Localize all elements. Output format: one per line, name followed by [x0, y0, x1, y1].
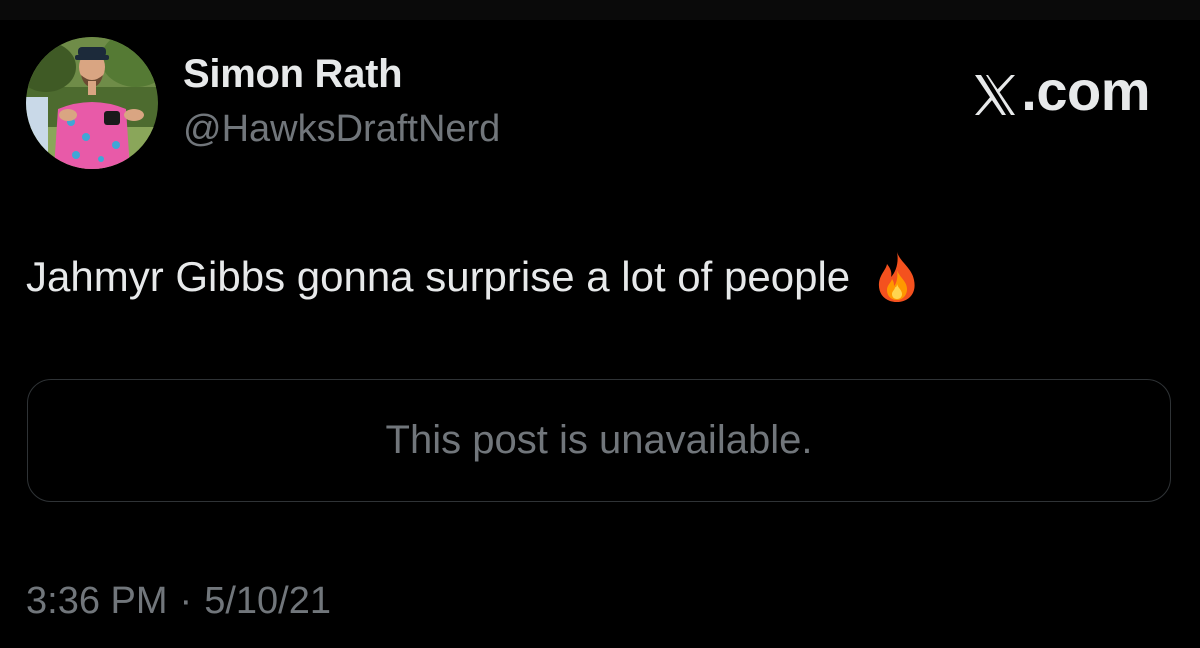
post-date: 5/10/21	[204, 580, 331, 622]
post-card: Simon Rath @HawksDraftNerd .com Jahmyr G…	[0, 0, 1200, 648]
avatar-photo	[26, 37, 158, 169]
brand-label: .com	[1021, 59, 1150, 122]
quoted-post-card[interactable]: This post is unavailable.	[27, 379, 1171, 502]
fire-emoji-icon	[870, 250, 924, 304]
post-timestamp[interactable]: 3:36 PM · 5/10/21	[26, 580, 331, 623]
avatar[interactable]	[26, 37, 158, 169]
post-time: 3:36 PM	[26, 580, 168, 622]
timestamp-separator: ·	[179, 580, 193, 622]
brand-link[interactable]: .com	[971, 58, 1150, 123]
x-logo-icon	[971, 67, 1019, 115]
unavailable-message: This post is unavailable.	[385, 418, 813, 462]
author-handle[interactable]: @HawksDraftNerd	[183, 108, 500, 151]
post-body: Jahmyr Gibbs gonna surprise a lot of peo…	[26, 250, 924, 304]
post-text: Jahmyr Gibbs gonna surprise a lot of peo…	[26, 253, 851, 300]
author-name[interactable]: Simon Rath	[183, 52, 403, 97]
